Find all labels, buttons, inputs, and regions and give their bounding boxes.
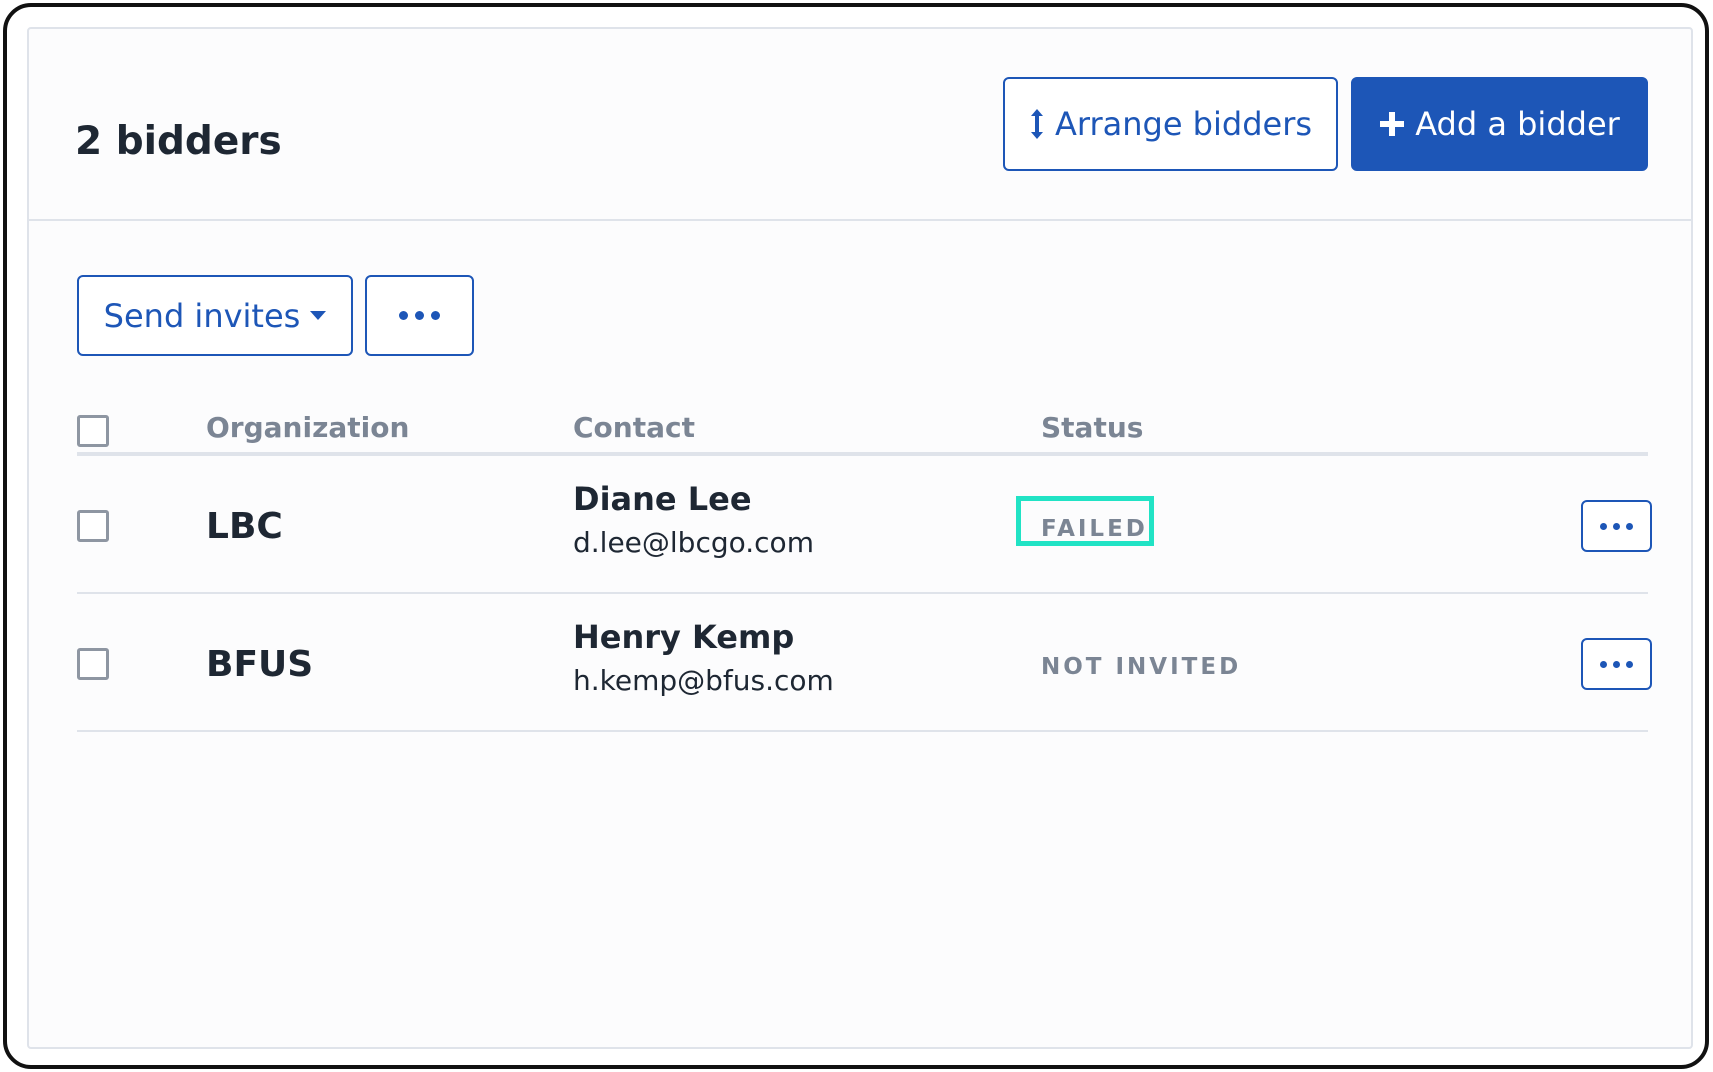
status-badge: NOT INVITED <box>1041 654 1242 680</box>
select-all-checkbox[interactable] <box>77 415 109 447</box>
bulk-actions-more-button[interactable] <box>365 275 474 356</box>
contact-name: Henry Kemp <box>573 618 795 656</box>
row-checkbox[interactable] <box>77 648 109 680</box>
status-badge: FAILED <box>1041 516 1148 542</box>
screenshot-frame: 2 bidders Arrange bidders Add a bidder S… <box>3 3 1709 1069</box>
panel-header: 2 bidders Arrange bidders Add a bidder <box>29 29 1691 221</box>
column-header-contact[interactable]: Contact <box>573 411 695 445</box>
column-header-status[interactable]: Status <box>1041 411 1143 445</box>
page-title: 2 bidders <box>75 119 282 164</box>
vertical-arrows-icon <box>1029 107 1045 141</box>
send-invites-button[interactable]: Send invites <box>77 275 353 356</box>
add-bidder-label: Add a bidder <box>1415 105 1620 143</box>
row-actions-button[interactable] <box>1581 638 1652 690</box>
row-actions-button[interactable] <box>1581 500 1652 552</box>
organization-cell: LBC <box>206 506 283 547</box>
contact-name: Diane Lee <box>573 480 752 518</box>
contact-email: d.lee@lbcgo.com <box>573 526 814 559</box>
row-checkbox[interactable] <box>77 510 109 542</box>
add-bidder-button[interactable]: Add a bidder <box>1351 77 1648 171</box>
more-dots-icon <box>1600 522 1633 530</box>
column-header-organization[interactable]: Organization <box>206 411 409 445</box>
organization-cell: BFUS <box>206 644 314 685</box>
arrange-bidders-label: Arrange bidders <box>1054 105 1313 143</box>
table-row: BFUS Henry Kemp h.kemp@bfus.com NOT INVI… <box>77 594 1652 732</box>
more-dots-icon <box>399 311 440 320</box>
bidders-panel: 2 bidders Arrange bidders Add a bidder S… <box>27 27 1693 1049</box>
arrange-bidders-button[interactable]: Arrange bidders <box>1003 77 1338 171</box>
more-dots-icon <box>1600 660 1633 668</box>
table-row: LBC Diane Lee d.lee@lbcgo.com FAILED <box>77 456 1652 594</box>
contact-email: h.kemp@bfus.com <box>573 664 834 697</box>
caret-down-icon <box>310 310 327 321</box>
send-invites-label: Send invites <box>103 296 301 335</box>
plus-icon <box>1379 111 1405 137</box>
